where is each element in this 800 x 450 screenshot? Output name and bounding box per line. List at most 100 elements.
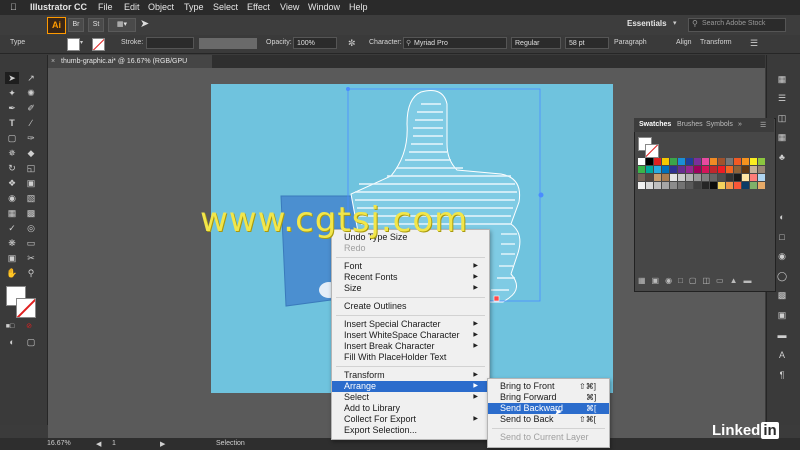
- selection-tool-icon[interactable]: ➤: [5, 72, 19, 84]
- menu-item-arrange[interactable]: Arrange ▶: [344, 381, 484, 392]
- free-transform-tool-icon[interactable]: ▣: [24, 177, 38, 189]
- blend-tool-icon[interactable]: ◎: [24, 222, 38, 234]
- swatch-chip[interactable]: [694, 158, 701, 165]
- workspace-switcher[interactable]: Essentials: [627, 19, 667, 28]
- tab-brushes[interactable]: Brushes: [677, 121, 703, 128]
- swatch-chip[interactable]: [686, 182, 693, 189]
- panel-collapse-icon[interactable]: »: [738, 121, 742, 128]
- menu-item-send-to-back[interactable]: Send to Back: [500, 414, 554, 425]
- eyedropper-tool-icon[interactable]: ✓: [5, 222, 19, 234]
- lasso-tool-icon[interactable]: ✺: [24, 87, 38, 99]
- swatch-chip[interactable]: [702, 166, 709, 173]
- swatch-chip[interactable]: [646, 158, 653, 165]
- swatch-chip[interactable]: [750, 158, 757, 165]
- swatch-chip[interactable]: [694, 182, 701, 189]
- swatch-chip[interactable]: [726, 182, 733, 189]
- direct-selection-tool-icon[interactable]: ↗: [24, 72, 38, 84]
- swatch-chip[interactable]: [670, 166, 677, 173]
- libraries-icon[interactable]: ◫: [775, 113, 789, 125]
- swatch-chip[interactable]: [638, 166, 645, 173]
- eraser-tool-icon[interactable]: ◆: [24, 147, 38, 159]
- swatch-chip[interactable]: [702, 158, 709, 165]
- shape-builder-tool-icon[interactable]: ◉: [5, 192, 19, 204]
- swatch-chip[interactable]: [750, 174, 757, 181]
- document-tab[interactable]: × thumb-graphic.ai* @ 16.67% (RGB/GPU Pr…: [47, 55, 212, 78]
- color-panel-icon[interactable]: ◐: [775, 212, 789, 224]
- pathfinder-icon[interactable]: ▣: [775, 310, 789, 322]
- bridge-button[interactable]: Br: [68, 18, 84, 32]
- arrange-documents-button[interactable]: ▦▾: [108, 18, 136, 32]
- swatch-chip[interactable]: [718, 174, 725, 181]
- swatch-chip[interactable]: [758, 158, 765, 165]
- swatch-chip[interactable]: [646, 166, 653, 173]
- menu-item-transform[interactable]: Transform ▶: [344, 370, 484, 381]
- paragraph-label[interactable]: Paragraph: [614, 39, 647, 46]
- font-style-field[interactable]: Regular: [511, 37, 561, 49]
- swatch-chip[interactable]: [646, 182, 653, 189]
- stroke-color-swatch[interactable]: [16, 298, 36, 318]
- swatch-chip[interactable]: [670, 174, 677, 181]
- close-icon[interactable]: ×: [51, 58, 55, 65]
- stroke-panel-icon[interactable]: ▬: [775, 330, 789, 342]
- swatch-chip[interactable]: [686, 174, 693, 181]
- menu-view[interactable]: View: [280, 2, 299, 12]
- symbol-sprayer-tool-icon[interactable]: ❋: [5, 237, 19, 249]
- swatch-chip[interactable]: [678, 174, 685, 181]
- swatch-chip[interactable]: [694, 174, 701, 181]
- swatch-chip[interactable]: [694, 166, 701, 173]
- swatch-chip[interactable]: [710, 158, 717, 165]
- menu-item-bring-to-front[interactable]: Bring to Front: [500, 381, 555, 392]
- swatch-chip[interactable]: [638, 174, 645, 181]
- properties-icon[interactable]: ▦: [775, 74, 789, 86]
- panel-menu-icon[interactable]: ☰: [750, 38, 758, 49]
- rectangle-tool-icon[interactable]: ▢: [5, 132, 19, 144]
- appearance-icon[interactable]: ◉: [775, 251, 789, 263]
- menu-window[interactable]: Window: [308, 2, 340, 12]
- swatch-panel-footer-icons[interactable]: ▦▣◉□▢◫▭▲▬: [638, 276, 768, 286]
- menu-item-insert-special-character[interactable]: Insert Special Character ▶: [344, 319, 484, 330]
- tab-symbols[interactable]: Symbols: [706, 121, 733, 128]
- swatch-chip[interactable]: [710, 166, 717, 173]
- artboard-navigator-next[interactable]: ▶: [160, 440, 165, 448]
- zoom-tool-icon[interactable]: ⚲: [24, 267, 38, 279]
- line-tool-icon[interactable]: ∕: [24, 117, 38, 129]
- swatch-chip[interactable]: [734, 158, 741, 165]
- chevron-down-icon[interactable]: ▾: [80, 39, 83, 46]
- menu-edit[interactable]: Edit: [124, 2, 140, 12]
- swatch-chip[interactable]: [654, 174, 661, 181]
- menu-item-insert-whitespace-character[interactable]: Insert WhiteSpace Character ▶: [344, 330, 484, 341]
- screen-mode-icon[interactable]: ▢: [24, 336, 38, 348]
- swatch-chip[interactable]: [710, 174, 717, 181]
- menu-item-fill-placeholder-text[interactable]: Fill With PlaceHolder Text: [344, 352, 446, 363]
- perspective-grid-tool-icon[interactable]: ▧: [24, 192, 38, 204]
- character-panel-icon[interactable]: A: [775, 350, 789, 362]
- font-size-field[interactable]: 58 pt: [565, 37, 609, 49]
- none-icon[interactable]: ⊘: [22, 321, 36, 333]
- swatch-chip[interactable]: [726, 158, 733, 165]
- artboard-tool-icon[interactable]: ▣: [5, 252, 19, 264]
- swatch-chip[interactable]: [742, 174, 749, 181]
- menu-item-create-outlines[interactable]: Create Outlines: [344, 301, 407, 312]
- menu-select[interactable]: Select: [213, 2, 238, 12]
- swatch-stroke-indicator[interactable]: [645, 144, 659, 158]
- font-family-field[interactable]: ⚲ Myriad Pro: [403, 37, 507, 49]
- transform-label[interactable]: Transform: [700, 39, 732, 46]
- swatch-chip[interactable]: [758, 182, 765, 189]
- swatch-chip[interactable]: [646, 174, 653, 181]
- menu-object[interactable]: Object: [148, 2, 174, 12]
- panel-menu-icon[interactable]: ☰: [760, 121, 766, 129]
- graphic-styles-icon[interactable]: □: [775, 232, 789, 244]
- menu-help[interactable]: Help: [349, 2, 368, 12]
- swatch-chip[interactable]: [742, 158, 749, 165]
- gradient-tool-icon[interactable]: ▩: [24, 207, 38, 219]
- stock-button[interactable]: St: [88, 18, 104, 32]
- paintbrush-tool-icon[interactable]: ✑: [24, 132, 38, 144]
- swatch-chip[interactable]: [702, 174, 709, 181]
- swatch-chip[interactable]: [662, 158, 669, 165]
- swatch-chip[interactable]: [678, 158, 685, 165]
- graph-tool-icon[interactable]: ▭: [24, 237, 38, 249]
- shaper-tool-icon[interactable]: ✵: [5, 147, 19, 159]
- menu-item-select[interactable]: Select ▶: [344, 392, 484, 403]
- apple-icon[interactable]: : [10, 2, 17, 12]
- menu-item-collect-for-export[interactable]: Collect For Export ▶: [344, 414, 484, 425]
